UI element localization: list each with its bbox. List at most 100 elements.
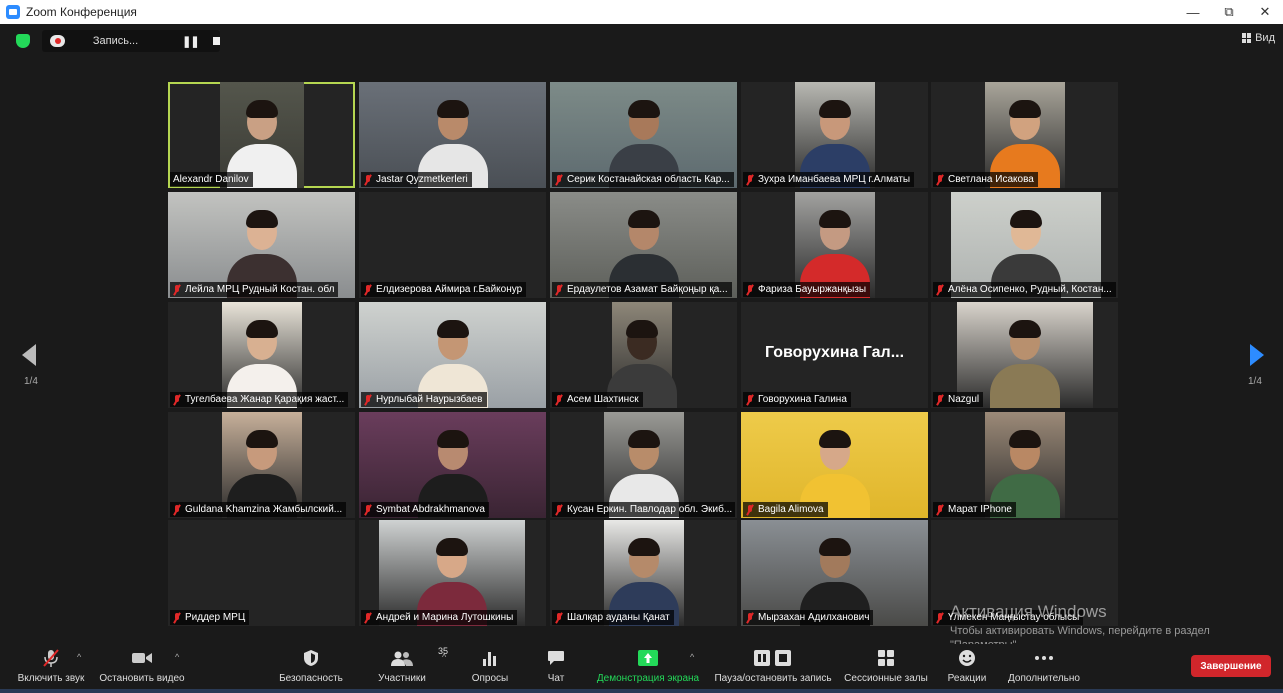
participant-tile[interactable]: Алёна Осипенко, Рудный, Костан... (931, 192, 1118, 298)
participant-name-tag: Jastar Qyzmetkerleri (361, 172, 472, 187)
gallery-grid-icon (1242, 33, 1252, 43)
muted-microphone-icon (173, 504, 181, 515)
participant-tile[interactable]: Говорухина Гал... Говорухина Галина (741, 302, 928, 408)
participant-tile[interactable]: Зухра Иманбаева МРЦ г.Алматы (741, 82, 928, 188)
participant-name: Jastar Qyzmetkerleri (376, 174, 468, 185)
participant-tile[interactable]: Серик Костанайская область Кар... (550, 82, 737, 188)
participant-name: Зухра Иманбаева МРЦ г.Алматы (758, 174, 911, 185)
restore-button[interactable]: ⧉ (1211, 0, 1247, 24)
video-camera-icon (131, 648, 153, 668)
participant-tile[interactable]: Лейла МРЦ Рудный Костан. обл (168, 192, 355, 298)
stop-video-button[interactable]: Остановить видео (98, 644, 186, 693)
muted-microphone-icon (173, 394, 181, 405)
next-page-icon[interactable] (1250, 344, 1264, 366)
previous-page-icon[interactable] (22, 344, 36, 366)
more-button[interactable]: Дополнительно (1004, 644, 1084, 693)
window-titlebar: Zoom Конференция — ⧉ ✕ (0, 0, 1283, 24)
smiley-reaction-icon (958, 648, 976, 668)
participant-tile[interactable]: Bagila Alimova (741, 412, 928, 518)
muted-microphone-icon (555, 612, 563, 623)
participant-tile[interactable]: Риддер МРЦ (168, 520, 355, 626)
share-screen-label: Демонстрация экрана (596, 673, 700, 684)
muted-microphone-icon (936, 394, 944, 405)
view-button[interactable]: Вид (1242, 32, 1275, 44)
share-options-chevron-icon[interactable]: ^ (690, 652, 694, 662)
participant-tile[interactable]: Марат IPhone (931, 412, 1118, 518)
watermark-title: Активация Windows (950, 602, 1107, 621)
participant-name: Елдизерова Аймира г.Байконур (376, 284, 523, 295)
participant-name-tag: Guldana Khamzina Жамбылский... (170, 502, 347, 517)
participant-name: Ердаулетов Азамат Байқоңыр қа... (567, 284, 728, 295)
participant-tile[interactable]: Nazgul (931, 302, 1118, 408)
participant-tile[interactable]: Guldana Khamzina Жамбылский... (168, 412, 355, 518)
reactions-label: Реакции (947, 673, 987, 684)
participant-tile[interactable]: Ердаулетов Азамат Байқоңыр қа... (550, 192, 737, 298)
chat-label: Чат (547, 673, 565, 684)
chat-bubble-icon (547, 648, 565, 668)
security-button[interactable]: Безопасность (276, 644, 346, 693)
participant-name-tag: Нурлыбай Наурызбаев (361, 392, 487, 407)
participant-tile[interactable]: Тугелбаева Жанар Қарақия жаст... (168, 302, 355, 408)
meeting-toolbar: Включить звук ^ Остановить видео ^ Безоп… (0, 644, 1283, 693)
more-dots-icon (1034, 648, 1054, 668)
reactions-button[interactable]: Реакции (944, 644, 990, 693)
participant-name-tag: Мырзахан Адилханович (743, 610, 874, 625)
participant-tile[interactable]: Асем Шахтинск (550, 302, 737, 408)
polls-label: Опросы (471, 673, 509, 684)
participant-tile[interactable]: Jastar Qyzmetkerleri (359, 82, 546, 188)
audio-options-chevron-icon[interactable]: ^ (77, 652, 81, 662)
pause-recording-icon[interactable]: ❚❚ (182, 35, 199, 48)
shield-icon (303, 648, 319, 668)
video-options-chevron-icon[interactable]: ^ (175, 652, 179, 662)
polls-button[interactable]: Опросы (466, 644, 514, 693)
share-screen-button[interactable]: Демонстрация экрана (592, 644, 704, 693)
muted-microphone-icon (555, 174, 563, 185)
participant-tile[interactable]: Андрей и Марина Лутошкины (359, 520, 546, 626)
participant-name: Серик Костанайская область Кар... (567, 174, 730, 185)
participant-name-tag: Alexandr Danilov (170, 172, 253, 187)
security-shield-icon[interactable] (16, 34, 30, 48)
participant-name: Мырзахан Адилханович (758, 612, 870, 623)
participant-name-tag: Лейла МРЦ Рудный Костан. обл (170, 282, 339, 297)
breakout-rooms-button[interactable]: Сессионные залы (842, 644, 930, 693)
participant-name: Тугелбаева Жанар Қарақия жаст... (185, 394, 345, 405)
muted-microphone-icon (746, 174, 754, 185)
participant-tile[interactable]: Нурлыбай Наурызбаев (359, 302, 546, 408)
participant-tile[interactable]: Alexandr Danilov (168, 82, 355, 188)
unmute-label: Включить звук (17, 673, 85, 684)
end-meeting-button[interactable]: Завершение (1191, 655, 1271, 677)
participant-name: Bagila Alimova (758, 504, 824, 515)
participants-options-chevron-icon[interactable]: ^ (442, 652, 446, 662)
chat-button[interactable]: Чат (538, 644, 574, 693)
participant-name-tag: Елдизерова Аймира г.Байконур (361, 282, 527, 297)
participant-tile[interactable]: Symbat Abdrakhmanova (359, 412, 546, 518)
participant-tile[interactable]: Шалқар ауданы Қанат (550, 520, 737, 626)
view-label: Вид (1255, 32, 1275, 44)
close-button[interactable]: ✕ (1247, 0, 1283, 24)
participant-name-tag: Фариза Бауыржанқызы (743, 282, 871, 297)
participant-name: Alexandr Danilov (173, 174, 249, 185)
participant-tile[interactable]: Светлана Исакова (931, 82, 1118, 188)
participant-name: Лейла МРЦ Рудный Костан. обл (185, 284, 335, 295)
participant-name: Говорухина Галина (758, 394, 847, 405)
participant-tile[interactable]: Мырзахан Адилханович (741, 520, 928, 626)
participant-tile[interactable]: Фариза Бауыржанқызы (741, 192, 928, 298)
participant-name: Марат IPhone (948, 504, 1012, 515)
stop-video-label: Остановить видео (99, 673, 185, 684)
participant-name-tag: Светлана Исакова (933, 172, 1038, 187)
participant-name-tag: Андрей и Марина Лутошкины (361, 610, 518, 625)
stop-recording-icon[interactable] (212, 37, 220, 45)
participants-button[interactable]: 35 Участники (370, 644, 448, 693)
participant-tile[interactable]: Елдизерова Аймира г.Байконур (359, 192, 546, 298)
pause-recording-button[interactable]: Пауза/остановить запись (712, 644, 834, 693)
muted-microphone-icon (746, 394, 754, 405)
polls-bar-chart-icon (482, 648, 498, 668)
recording-indicator: Запись... ❚❚ (42, 30, 220, 52)
muted-microphone-icon (364, 612, 372, 623)
participant-name: Фариза Бауыржанқызы (758, 284, 867, 295)
participant-name-tag: Шалқар ауданы Қанат (552, 610, 674, 625)
participant-name-tag: Асем Шахтинск (552, 392, 643, 407)
minimize-button[interactable]: — (1175, 0, 1211, 24)
zoom-app-icon (6, 5, 20, 19)
participant-tile[interactable]: Кусан Еркин. Павлодар обл. Экиб... (550, 412, 737, 518)
